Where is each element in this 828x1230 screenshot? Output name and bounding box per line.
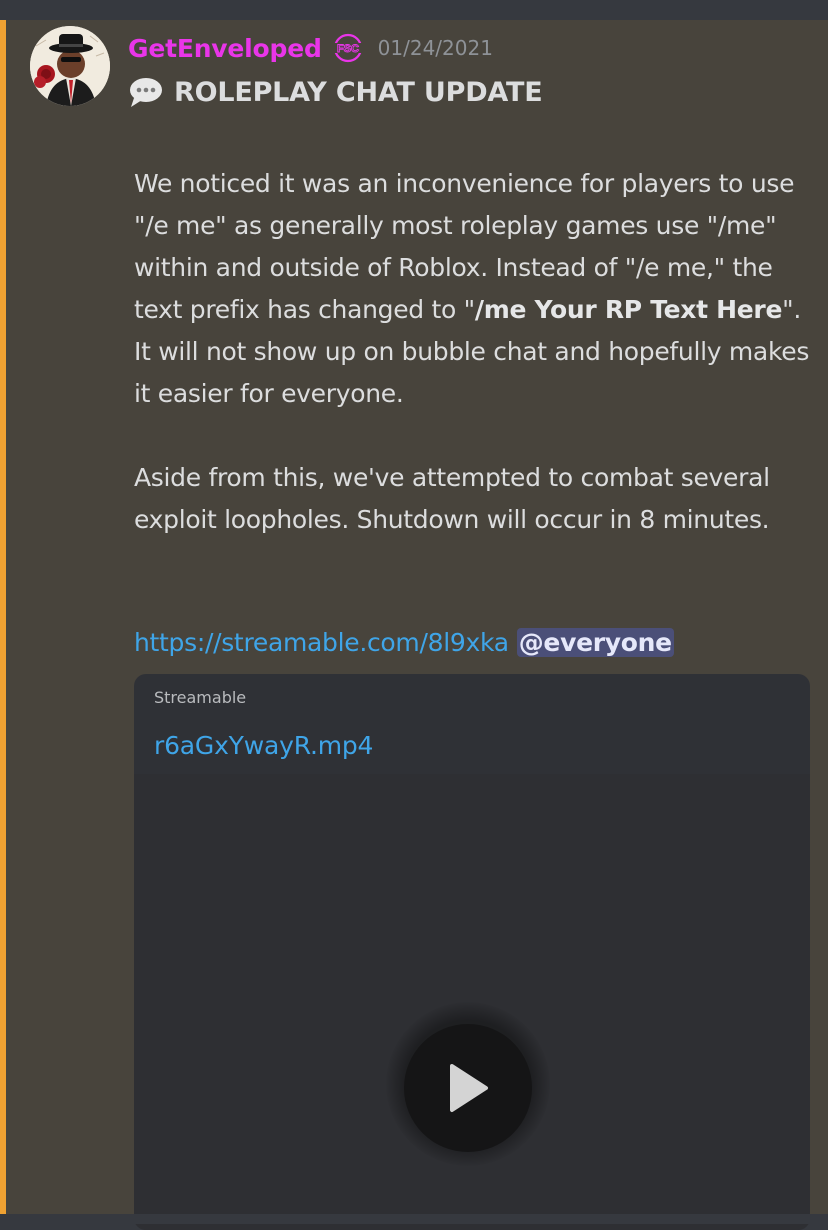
message: GetEnveloped FSC 01/24/2021 ROLEPLAY CHA… [0,20,828,1230]
fsc-badge-icon[interactable]: FSC [330,33,366,63]
message-body: We noticed it was an inconvenience for p… [134,163,810,541]
author-avatar[interactable] [30,26,110,106]
video-player[interactable] [134,774,810,1230]
play-button[interactable] [404,1024,532,1152]
paragraph-2: Aside from this, we've attempted to comb… [134,463,770,534]
author-username[interactable]: GetEnveloped [128,34,322,63]
message-header: GetEnveloped FSC 01/24/2021 [128,30,493,66]
embed-provider: Streamable [154,688,247,707]
embed-title-link[interactable]: r6aGxYwayR.mp4 [154,731,373,760]
paragraph-1: We noticed it was an inconvenience for p… [134,163,810,415]
everyone-mention[interactable]: @everyone [516,627,674,657]
top-bar [0,0,828,20]
video-embed: Streamable r6aGxYwayR.mp4 [134,674,810,1230]
bottom-bar [0,1214,828,1224]
badge-text: FSC [337,43,359,55]
play-icon [450,1064,488,1112]
announcement-title: ROLEPLAY CHAT UPDATE [128,76,543,108]
fedora-gentleman-avatar-icon [30,26,110,106]
rp-prefix-bold: /me Your RP Text Here [474,295,783,324]
streamable-link[interactable]: https://streamable.com/8l9xka [134,628,509,657]
title-text: ROLEPLAY CHAT UPDATE [174,76,543,108]
speech-balloon-icon [128,76,164,108]
link-line: https://streamable.com/8l9xka @everyone [134,621,674,663]
message-timestamp: 01/24/2021 [377,36,493,60]
